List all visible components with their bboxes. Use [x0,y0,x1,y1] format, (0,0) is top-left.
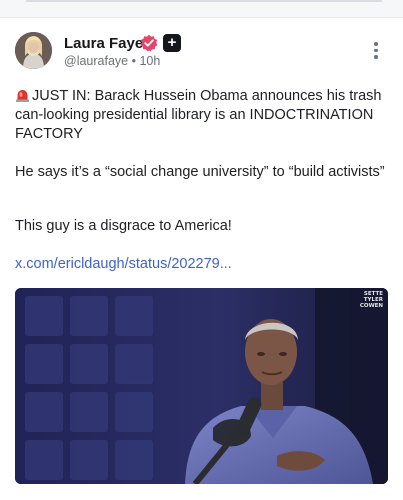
post-video-thumbnail[interactable]: SETTE TYLER COWEN [15,288,388,484]
source-link[interactable]: x.com/ericldaugh/status/202279... [15,256,232,272]
post-paragraph-3: This guy is a disgrace to America! [15,218,232,234]
video-frame-image [15,288,388,484]
plus-badge-icon: + [163,34,181,52]
avatar[interactable] [15,32,52,69]
post-paragraph-1: JUST IN: Barack Hussein Obama announces … [15,87,385,144]
verified-badge-icon [140,34,158,52]
more-options-icon[interactable] [368,42,384,62]
rotating-light-icon [16,90,29,102]
avatar-image [15,32,52,69]
author-handle[interactable]: @laurafaye [64,54,128,68]
post-paragraph-1-text: JUST IN: Barack Hussein Obama announces … [15,88,382,142]
post-time[interactable]: 10h [139,54,160,68]
meta-separator: • [131,54,136,68]
video-watermark: SETTE TYLER COWEN [359,291,383,309]
author-meta: @laurafaye • 10h [64,54,160,68]
post-paragraph-2: He says it’s a “social change university… [15,164,385,180]
author-name[interactable]: Laura Faye [64,35,143,52]
previous-post-edge [0,0,403,17]
previous-post-divider [26,0,382,2]
post-card[interactable]: Laura Faye + @laurafaye • 10h JUST IN: B… [0,17,403,500]
